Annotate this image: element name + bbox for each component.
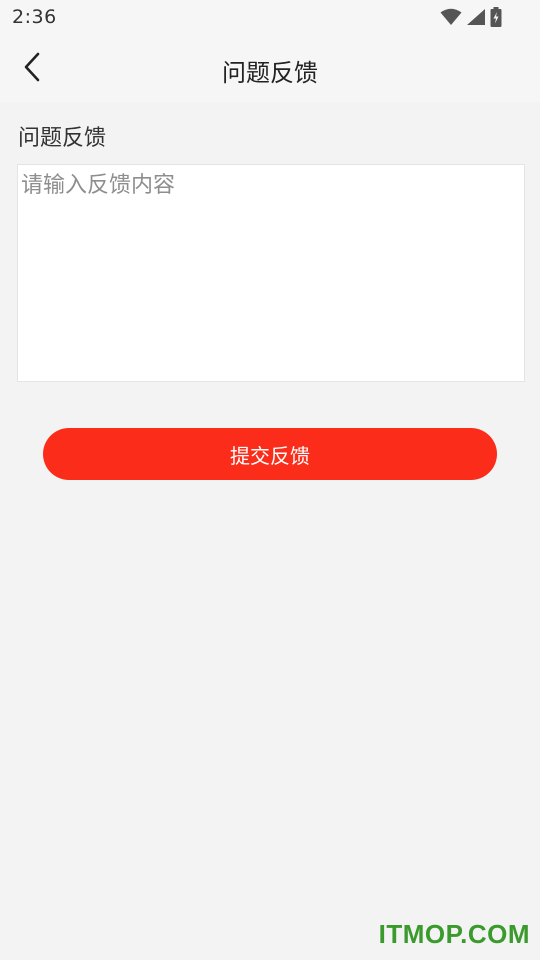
status-icons — [440, 7, 502, 27]
watermark-logo: ITMOP.COM — [378, 919, 530, 949]
feedback-screen: 2:36 问题反馈 问题反馈 请输入反馈内容 提交反馈 ITMOP.COM — [0, 0, 540, 960]
battery-charging-icon — [490, 7, 502, 27]
feedback-label: 问题反馈 — [18, 126, 107, 151]
feedback-box — [17, 164, 525, 382]
status-bar: 2:36 — [0, 0, 540, 36]
feedback-input[interactable] — [18, 165, 524, 381]
signal-icon — [466, 8, 486, 26]
submit-button[interactable]: 提交反馈 — [43, 428, 497, 480]
status-time: 2:36 — [12, 6, 57, 28]
page-title: 问题反馈 — [222, 59, 318, 87]
app-bar: 问题反馈 — [0, 36, 540, 102]
wifi-icon — [440, 8, 462, 26]
